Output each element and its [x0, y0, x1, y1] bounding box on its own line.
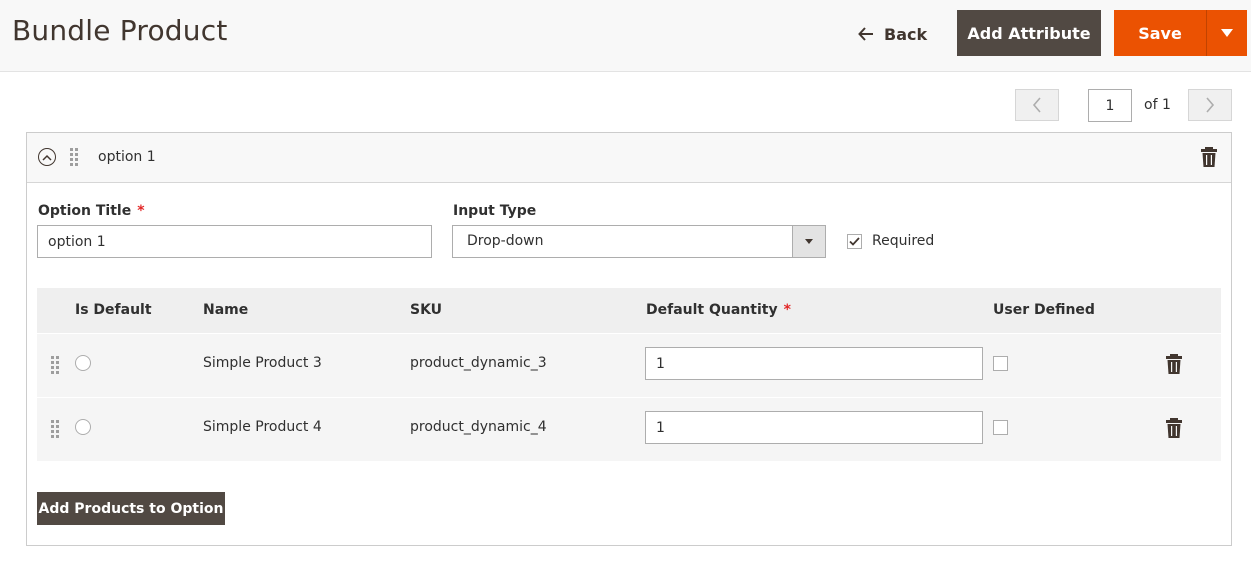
input-type-value: Drop-down — [467, 233, 544, 249]
grid-header: Is Default Name SKU Default Quantity * Us… — [37, 288, 1221, 333]
drag-handle-icon[interactable] — [51, 420, 59, 438]
back-button-label: Back — [884, 24, 928, 44]
chevron-down-icon — [1221, 29, 1233, 37]
chevron-right-icon — [1206, 97, 1215, 113]
trash-icon[interactable] — [1166, 354, 1182, 374]
default-quantity-input[interactable] — [645, 347, 983, 380]
collapse-icon[interactable] — [38, 148, 56, 166]
trash-icon[interactable] — [1201, 147, 1217, 167]
option-title-label: Option Title * — [38, 203, 145, 219]
required-star: * — [137, 203, 145, 219]
is-default-radio[interactable] — [75, 419, 91, 435]
table-row: Simple Product 4 product_dynamic_4 — [37, 397, 1221, 461]
row-name: Simple Product 3 — [203, 355, 322, 371]
option-header[interactable]: option 1 — [27, 133, 1231, 183]
pager-page-input[interactable] — [1088, 89, 1132, 122]
required-checkbox[interactable] — [847, 234, 862, 249]
row-sku: product_dynamic_4 — [410, 419, 547, 435]
required-star: * — [783, 302, 791, 318]
back-arrow-icon — [858, 27, 873, 41]
user-defined-checkbox[interactable] — [993, 420, 1008, 435]
pager-previous-button[interactable] — [1015, 89, 1059, 121]
save-button[interactable]: Save — [1114, 10, 1207, 56]
add-products-to-option-button[interactable]: Add Products to Option — [37, 492, 225, 525]
add-attribute-button[interactable]: Add Attribute — [957, 10, 1101, 56]
is-default-radio[interactable] — [75, 355, 91, 371]
pager-next-button[interactable] — [1188, 89, 1232, 121]
selections-grid: Is Default Name SKU Default Quantity * Us… — [37, 288, 1221, 462]
option-name: option 1 — [98, 149, 156, 165]
save-options-toggle[interactable] — [1207, 10, 1247, 56]
user-defined-checkbox[interactable] — [993, 356, 1008, 371]
column-default-quantity: Default Quantity * — [646, 302, 791, 318]
column-name: Name — [203, 302, 249, 318]
checkmark-icon — [849, 237, 860, 246]
row-sku: product_dynamic_3 — [410, 355, 547, 371]
column-user-defined: User Defined — [993, 302, 1095, 318]
input-type-label: Input Type — [453, 203, 537, 219]
bundle-option-panel: option 1 Option Title* Input Type Drop-d… — [26, 132, 1232, 546]
drag-handle-icon[interactable] — [51, 356, 59, 374]
page-title: Bundle Product — [12, 14, 228, 47]
required-label: Required — [872, 233, 935, 249]
option-title-input[interactable] — [37, 225, 432, 258]
column-sku: SKU — [410, 302, 443, 318]
trash-icon[interactable] — [1166, 418, 1182, 438]
page-header: Bundle Product Back Add Attribute Save — [0, 0, 1251, 72]
row-name: Simple Product 4 — [203, 419, 322, 435]
table-row: Simple Product 3 product_dynamic_3 — [37, 333, 1221, 397]
drag-handle-icon[interactable] — [70, 148, 78, 166]
back-button[interactable]: Back — [858, 20, 927, 48]
chevron-down-icon — [805, 239, 813, 244]
pager-total-label: of 1 — [1144, 97, 1171, 113]
chevron-left-icon — [1032, 97, 1041, 113]
select-arrow — [792, 226, 825, 257]
default-quantity-input[interactable] — [645, 411, 983, 444]
column-is-default: Is Default — [75, 302, 152, 318]
input-type-select[interactable]: Drop-down — [452, 225, 826, 258]
